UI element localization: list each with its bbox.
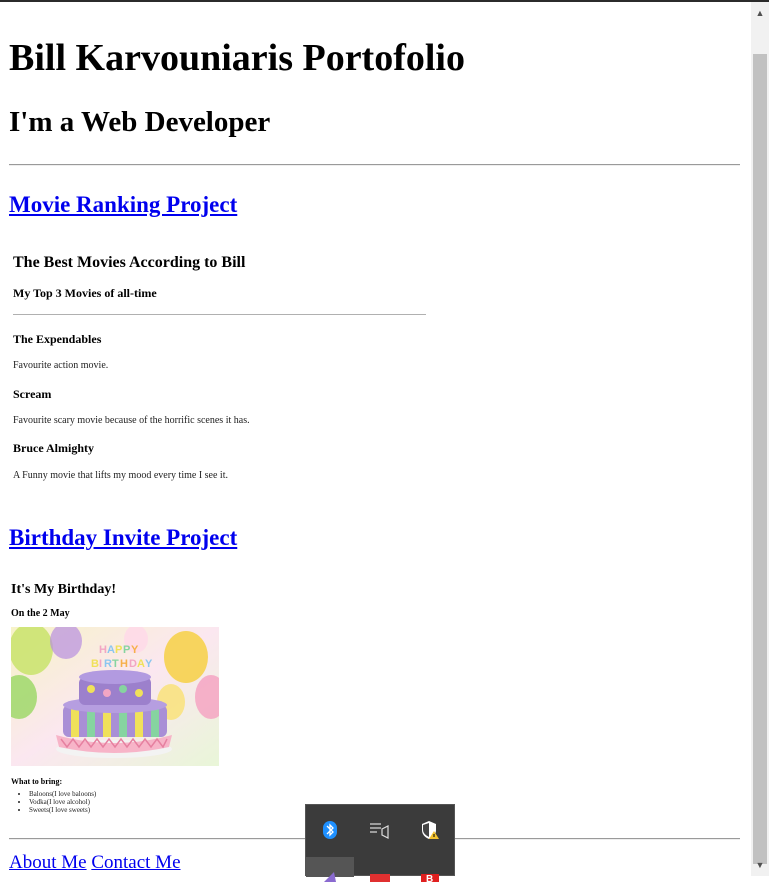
movie-description: A Funny movie that lifts my mood every t… [13,470,228,481]
movie-project-link[interactable]: Movie Ranking Project [9,192,237,218]
birthday-project-link[interactable]: Birthday Invite Project [9,525,237,551]
svg-text:H: H [99,644,107,656]
vertical-scrollbar[interactable]: ▲ ▼ [751,2,769,876]
scroll-thumb[interactable] [753,54,767,864]
svg-text:P: P [115,644,122,656]
footer-links: About Me Contact Me [9,852,181,874]
security-warning-icon[interactable] [418,818,442,842]
birthday-cake-image: H A P P Y B I R T H D A Y [11,627,219,766]
app-icon[interactable] [318,863,342,887]
svg-text:B: B [426,874,433,882]
movie-description: Favourite action movie. [13,360,109,371]
birthday-date: On the 2 May [11,608,70,619]
movie-project-iframe[interactable]: The Best Movies According to Bill My Top… [9,244,429,494]
app-icon[interactable] [368,863,392,887]
media-cast-icon[interactable] [368,818,392,842]
birthday-title: It's My Birthday! [11,582,116,597]
svg-text:I: I [99,658,102,670]
svg-text:Y: Y [131,644,139,656]
svg-text:D: D [129,658,137,670]
list-item: Sweets(I love sweets) [29,806,96,814]
svg-text:T: T [112,658,119,670]
movie-page-subtitle: My Top 3 Movies of all-time [13,286,157,300]
bring-label: What to bring: [11,777,63,786]
list-item: Vodka(I love alcohol) [29,798,96,806]
divider [9,164,740,166]
movie-title: Bruce Almighty [13,441,94,455]
bluetooth-icon[interactable] [318,818,342,842]
system-tray-popup: B [305,804,455,882]
svg-text:A: A [107,644,115,656]
movie-title: The Expendables [13,332,102,346]
bring-list: Baloons(I love baloons) Vodka(I love alc… [11,790,96,814]
movie-page-title: The Best Movies According to Bill [13,254,246,271]
movie-title: Scream [13,387,52,401]
list-item: Baloons(I love baloons) [29,790,96,798]
svg-text:P: P [123,644,130,656]
svg-text:Y: Y [145,658,153,670]
page-title: Bill Karvouniaris Portofolio [9,37,465,79]
svg-text:A: A [137,658,145,670]
scroll-up-arrow-icon[interactable]: ▲ [751,2,769,24]
contact-me-link[interactable]: Contact Me [91,852,180,873]
app-icon[interactable]: B [418,863,442,887]
scroll-down-arrow-icon[interactable]: ▼ [751,854,769,876]
birthday-project-iframe[interactable]: It's My Birthday! On the 2 May H A P P Y… [9,576,309,826]
page-subtitle: I'm a Web Developer [9,106,271,138]
movie-divider [13,314,426,315]
page: Bill Karvouniaris Portofolio I'm a Web D… [0,2,751,876]
svg-text:B: B [91,658,99,670]
svg-text:H: H [120,658,128,670]
about-me-link[interactable]: About Me [9,852,87,873]
svg-text:R: R [104,658,112,670]
movie-description: Favourite scary movie because of the hor… [13,415,250,426]
